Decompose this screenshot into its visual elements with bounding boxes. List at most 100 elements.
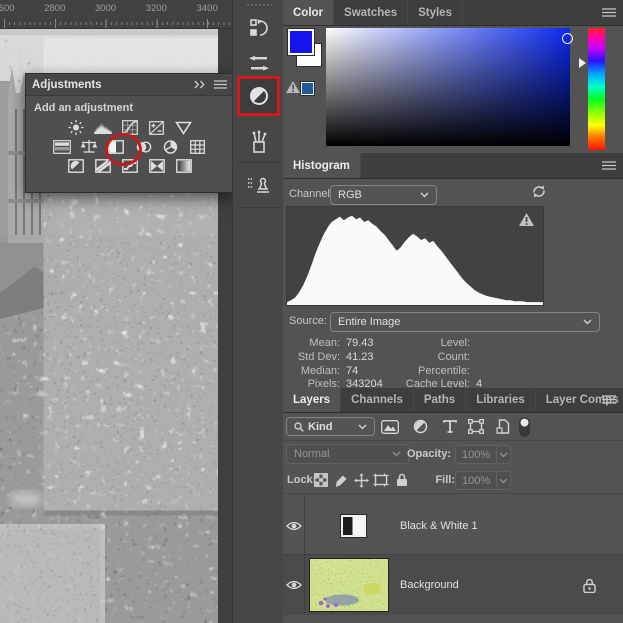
lock-transparency-icon[interactable] — [312, 472, 330, 488]
layer-row-background[interactable]: Background — [283, 555, 623, 615]
brightness-contrast-icon[interactable] — [67, 120, 85, 135]
background-layer-thumbnail[interactable] — [309, 558, 389, 612]
tab-histogram[interactable]: Histogram — [283, 153, 361, 178]
tab-styles[interactable]: Styles — [408, 0, 463, 25]
adjustment-icons-row-2 — [26, 139, 233, 154]
color-field-marker — [562, 33, 573, 44]
history-panel-button[interactable] — [240, 13, 278, 43]
exposure-icon[interactable] — [148, 120, 166, 135]
layer-row-black-white[interactable]: Black & White 1 — [283, 497, 623, 554]
layers-panel-menu-icon[interactable] — [602, 395, 616, 404]
adjustments-panel-menu-icon[interactable] — [214, 80, 227, 89]
opacity-value[interactable]: 100% — [455, 445, 511, 464]
brush-settings-panel-button[interactable] — [240, 49, 278, 79]
filter-kind-dropdown[interactable]: Kind — [286, 417, 375, 436]
tab-color[interactable]: Color — [283, 0, 335, 25]
tab-paths[interactable]: Paths — [414, 388, 467, 412]
color-panel-menu-icon[interactable] — [602, 8, 616, 17]
search-icon — [294, 421, 304, 432]
lock-artboard-icon[interactable] — [372, 472, 390, 488]
gradient-map-icon[interactable] — [175, 158, 193, 173]
layers-panel: Layers Channels Paths Libraries Layer Co… — [283, 388, 623, 623]
invert-icon[interactable] — [67, 158, 85, 173]
layers-panel-tabbar: Layers Channels Paths Libraries Layer Co… — [283, 388, 623, 413]
smart-object-filter-icon[interactable] — [492, 417, 514, 436]
layer-list: Black & White 1 Background — [283, 495, 623, 623]
lock-all-icon[interactable] — [393, 472, 411, 488]
eye-icon — [285, 580, 302, 590]
color-panel: Color Swatches Styles — [283, 0, 623, 154]
tab-swatches[interactable]: Swatches — [334, 0, 409, 25]
histogram-stats-right: Level: Count: Percentile: Cache Level: 4 — [405, 337, 483, 391]
adjustments-panel: Adjustments Add an adjustment — [25, 73, 234, 193]
foreground-color-swatch[interactable] — [287, 28, 315, 56]
lock-row: Lock: Fill: 100% — [283, 468, 623, 494]
black-white-icon[interactable] — [107, 139, 125, 154]
ruler[interactable]: 26002800300032003400 — [0, 0, 232, 29]
layer-filter-row: Kind — [283, 414, 623, 441]
adjustment-layer-thumbnail[interactable] — [340, 513, 367, 538]
source-dropdown[interactable]: Entire Image — [330, 312, 600, 332]
pixel-layer-filter-icon[interactable] — [379, 417, 401, 436]
shape-layer-filter-icon[interactable] — [465, 417, 487, 436]
layer-name[interactable]: Black & White 1 — [400, 520, 478, 532]
channel-dropdown[interactable]: RGB — [330, 185, 437, 205]
fill-label: Fill: — [435, 474, 455, 486]
color-lookup-icon[interactable] — [188, 139, 206, 154]
blend-row: Normal Opacity: 100% — [283, 442, 623, 467]
refresh-histogram-icon[interactable] — [531, 184, 547, 199]
adjustment-icons-row-3 — [26, 158, 233, 173]
levels-icon[interactable] — [93, 120, 112, 135]
tab-libraries[interactable]: Libraries — [466, 388, 536, 412]
clone-source-panel-button[interactable] — [240, 170, 278, 200]
color-balance-icon[interactable] — [80, 139, 98, 154]
uncached-data-warning-icon[interactable] — [519, 213, 534, 226]
dock-grip[interactable] — [245, 3, 272, 7]
right-panel-column: Color Swatches Styles Histogram Channel:… — [283, 0, 623, 623]
adjustments-panel-button[interactable] — [247, 84, 271, 108]
blend-mode-dropdown[interactable]: Normal — [286, 444, 409, 464]
panel-icon-dock — [232, 0, 285, 623]
selective-color-icon[interactable] — [148, 158, 166, 173]
add-adjustment-label: Add an adjustment — [34, 102, 134, 114]
photoshop-workspace: 26002800300032003400 — [0, 0, 623, 623]
adjustments-panel-highlight-box — [237, 76, 280, 116]
gamut-color-swatch[interactable] — [300, 81, 315, 96]
adjustments-panel-header: Adjustments — [26, 74, 233, 96]
eye-icon — [285, 521, 302, 530]
collapse-to-icons-icon[interactable] — [193, 80, 206, 89]
lock-pixels-icon[interactable] — [332, 472, 350, 488]
histogram-panel: Histogram Channel: RGB Source: Entire Im… — [283, 153, 623, 391]
adjustments-panel-title: Adjustments — [32, 78, 102, 91]
channel-label: Channel: — [289, 188, 334, 200]
posterize-icon[interactable] — [94, 158, 112, 173]
vibrance-icon[interactable] — [175, 120, 193, 135]
color-field[interactable] — [326, 28, 573, 146]
filter-toggle[interactable] — [517, 416, 531, 437]
threshold-icon[interactable] — [121, 158, 139, 173]
gamut-warning-icon[interactable] — [286, 81, 300, 93]
photo-filter-icon[interactable] — [134, 139, 152, 154]
histogram-chart — [286, 206, 544, 306]
visibility-toggle[interactable] — [283, 497, 305, 554]
source-label: Source: — [289, 315, 327, 327]
adjustment-layer-filter-icon[interactable] — [409, 417, 431, 436]
channel-mixer-icon[interactable] — [161, 139, 179, 154]
hue-saturation-icon[interactable] — [53, 139, 71, 154]
histogram-panel-tabbar: Histogram — [283, 153, 623, 179]
visibility-toggle[interactable] — [283, 555, 305, 615]
type-layer-filter-icon[interactable] — [439, 417, 461, 436]
fill-value[interactable]: 100% — [455, 471, 511, 490]
layer-name[interactable]: Background — [400, 579, 459, 591]
lock-position-icon[interactable] — [352, 472, 370, 488]
tab-channels[interactable]: Channels — [341, 388, 414, 412]
tab-layers[interactable]: Layers — [283, 388, 342, 412]
histogram-panel-menu-icon[interactable] — [602, 161, 616, 170]
opacity-label: Opacity: — [406, 448, 451, 460]
layer-lock-icon — [583, 578, 596, 593]
curves-icon[interactable] — [121, 120, 139, 135]
hue-slider-arrow[interactable] — [579, 58, 586, 68]
hue-slider[interactable] — [588, 28, 605, 150]
adjustment-icons-row-1 — [26, 120, 233, 135]
brushes-panel-button[interactable] — [240, 128, 278, 158]
